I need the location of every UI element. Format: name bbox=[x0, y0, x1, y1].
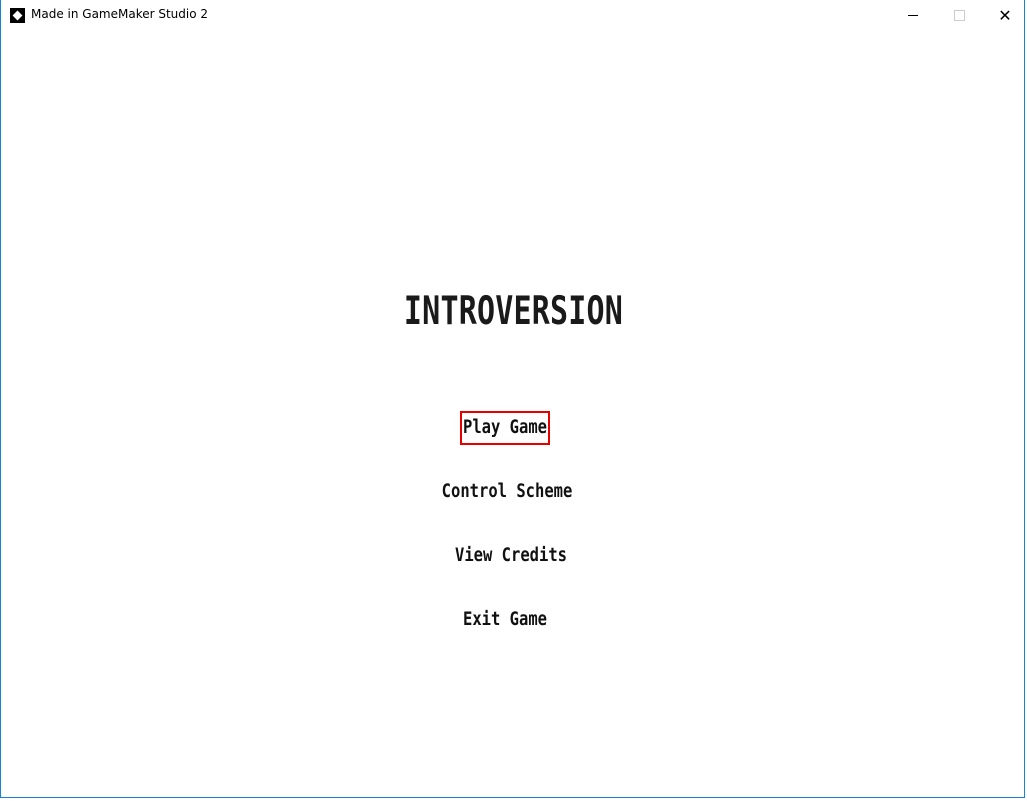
maximize-icon bbox=[953, 9, 965, 21]
menu-exit-game[interactable]: Exit Game bbox=[1, 608, 1009, 630]
menu-play-game[interactable]: Play Game bbox=[1, 416, 1009, 438]
close-button[interactable]: ✕ bbox=[982, 0, 1027, 30]
window-title: Made in GameMaker Studio 2 bbox=[31, 7, 209, 21]
minimize-button[interactable] bbox=[890, 0, 936, 30]
game-window: Made in GameMaker Studio 2 ✕ INTROVERSIO… bbox=[0, 0, 1025, 798]
maximize-button[interactable] bbox=[936, 0, 982, 30]
title-bar[interactable]: Made in GameMaker Studio 2 ✕ bbox=[1, 0, 1024, 30]
gamemaker-icon bbox=[10, 8, 25, 23]
menu-view-credits[interactable]: View Credits bbox=[7, 544, 1015, 566]
close-icon: ✕ bbox=[998, 5, 1012, 25]
menu-control-scheme[interactable]: Control Scheme bbox=[3, 480, 1011, 502]
minimize-icon bbox=[908, 14, 918, 16]
game-title: INTROVERSION bbox=[403, 288, 624, 335]
